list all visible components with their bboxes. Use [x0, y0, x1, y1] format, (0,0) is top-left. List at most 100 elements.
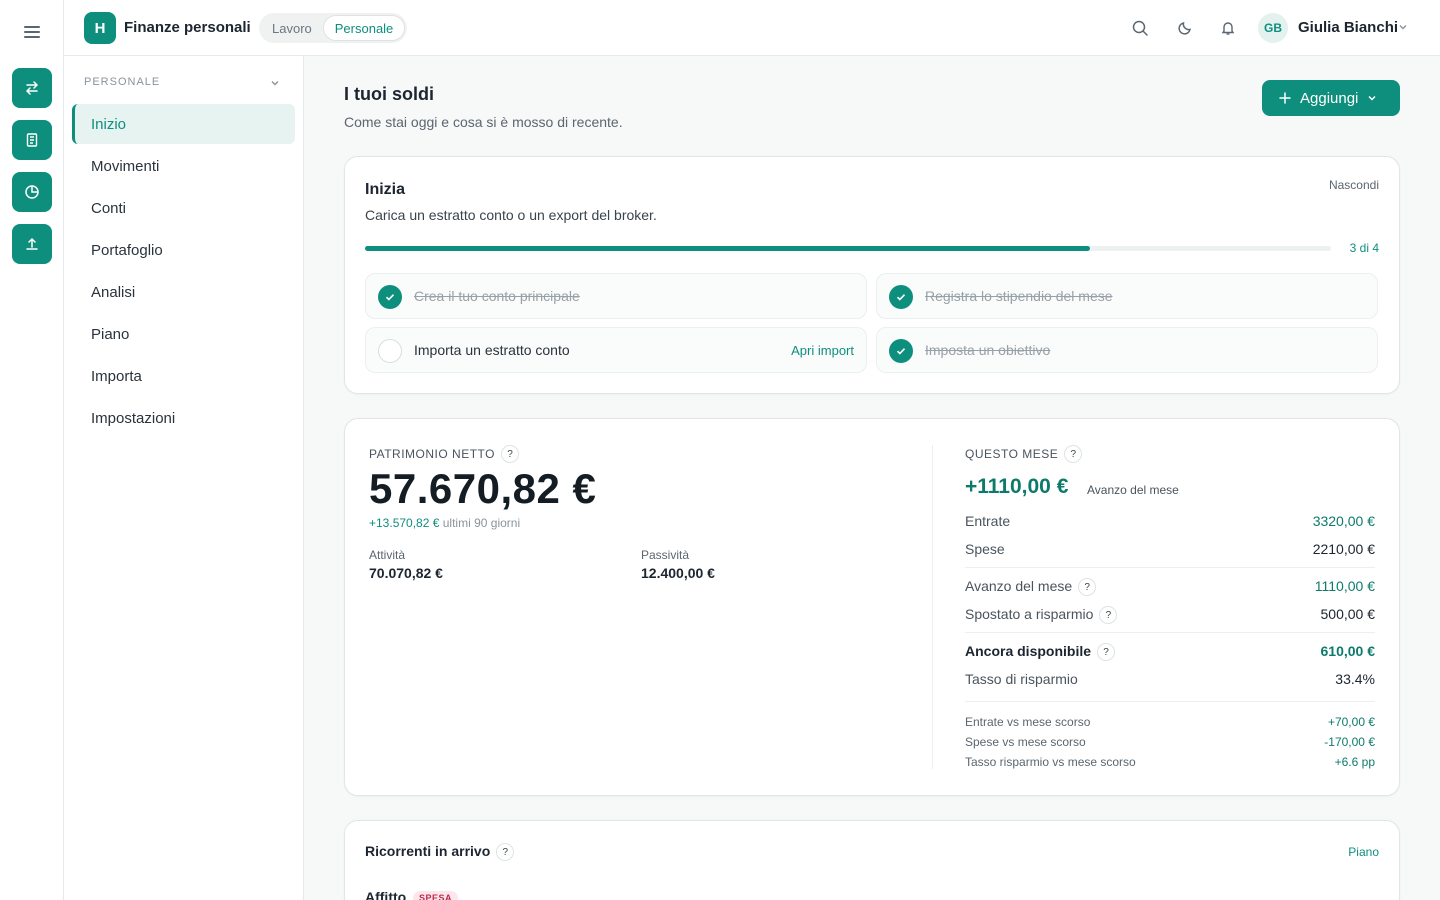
net-worth-caption-text: PATRIMONIO NETTO	[369, 447, 496, 462]
plus-icon	[1279, 92, 1291, 104]
task-label: Crea il tuo conto principale	[414, 288, 580, 304]
compare-income-row: Entrate vs mese scorso +70,00 €	[965, 715, 1375, 729]
moon-icon[interactable]	[1173, 16, 1197, 40]
net-worth-delta-value: +13.570,82 €	[369, 516, 440, 530]
divider	[965, 632, 1375, 633]
open-import-link[interactable]: Apri import	[791, 343, 854, 358]
income-value: 3320,00 €	[1312, 513, 1375, 529]
user-name[interactable]: Giulia Bianchi	[1298, 19, 1398, 36]
income-row: Entrate 3320,00 €	[965, 513, 1375, 533]
compare-income-value: +70,00 €	[1327, 715, 1375, 729]
chevron-down-icon[interactable]	[1397, 20, 1409, 38]
expenses-row: Spese 2210,00 €	[965, 541, 1375, 561]
add-button-label: Aggiungi	[1300, 89, 1359, 107]
divider	[965, 567, 1375, 568]
sidebar-item-impostazioni[interactable]: Impostazioni	[72, 398, 295, 438]
check-icon	[378, 285, 402, 309]
surplus-value: 1110,00 €	[1314, 578, 1375, 594]
bell-icon[interactable]	[1216, 16, 1240, 40]
available-label: Ancora disponibile	[965, 643, 1092, 659]
liabilities-value: 12.400,00 €	[641, 565, 715, 581]
transfer-icon[interactable]	[12, 68, 52, 108]
sidebar-item-inizio[interactable]: Inizio	[72, 104, 295, 144]
empty-checkbox-icon[interactable]	[378, 339, 402, 363]
app-name: Finanze personali	[124, 19, 251, 36]
compare-rate-label: Tasso risparmio vs mese scorso	[965, 755, 1136, 769]
segment-personale[interactable]: Personale	[322, 15, 406, 41]
compare-expenses-value: -170,00 €	[1324, 735, 1375, 749]
divider	[965, 701, 1375, 702]
assets-label: Attività	[369, 548, 406, 562]
task-item[interactable]: Imposta un obiettivo	[876, 327, 1378, 373]
expenses-label: Spese	[965, 541, 1005, 557]
search-icon[interactable]	[1128, 16, 1152, 40]
sidebar-item-conti[interactable]: Conti	[72, 188, 295, 228]
plan-link[interactable]: Piano	[1348, 845, 1379, 859]
savings-moved-value: 500,00 €	[1320, 606, 1376, 622]
month-caption-text: QUESTO MESE	[965, 447, 1059, 462]
sidebar-item-movimenti[interactable]: Movimenti	[72, 146, 295, 186]
sidebar-nav: Inizio Movimenti Conti Portafoglio Anali…	[72, 104, 295, 440]
upload-icon[interactable]	[12, 224, 52, 264]
segment-lavoro[interactable]: Lavoro	[261, 15, 323, 41]
expenses-value: 2210,00 €	[1312, 541, 1375, 557]
sidebar-item-importa[interactable]: Importa	[72, 356, 295, 396]
income-label: Entrate	[965, 513, 1011, 529]
available-row: Ancora disponibile? 610,00 €	[965, 643, 1375, 663]
help-icon[interactable]: ?	[1097, 643, 1116, 662]
help-icon[interactable]: ?	[1099, 606, 1118, 625]
expense-badge: SPESA	[413, 891, 459, 900]
help-icon[interactable]: ?	[1078, 578, 1097, 597]
progress-label: 3 di 4	[1349, 241, 1379, 255]
summary-card: PATRIMONIO NETTO? 57.670,82 € +13.570,82…	[344, 418, 1400, 796]
avatar[interactable]: GB	[1258, 13, 1288, 43]
pie-chart-icon[interactable]	[12, 172, 52, 212]
sidebar-item-piano[interactable]: Piano	[72, 314, 295, 354]
task-label: Imposta un obiettivo	[925, 342, 1051, 358]
month-surplus-label: Avanzo del mese	[1087, 483, 1179, 497]
compare-rate-value: +6.6 pp	[1334, 755, 1375, 769]
net-worth-caption: PATRIMONIO NETTO?	[369, 445, 520, 463]
task-label: Importa un estratto conto	[414, 342, 570, 358]
receipt-icon[interactable]	[12, 120, 52, 160]
sidebar-section-title: PERSONALE	[84, 76, 161, 88]
divider	[932, 445, 933, 769]
help-icon[interactable]: ?	[501, 445, 520, 463]
progress-fill	[365, 246, 1090, 251]
savings-moved-row: Spostato a risparmio? 500,00 €	[965, 606, 1375, 626]
app-logo: H	[84, 12, 116, 44]
task-item[interactable]: Crea il tuo conto principale	[365, 273, 867, 319]
surplus-label: Avanzo del mese	[965, 578, 1073, 594]
sidebar: PERSONALE Inizio Movimenti Conti Portafo…	[64, 56, 304, 900]
hide-link[interactable]: Nascondi	[1329, 178, 1379, 192]
task-label: Registra lo stipendio del mese	[925, 288, 1113, 304]
sidebar-item-portafoglio[interactable]: Portafoglio	[72, 230, 295, 270]
main-content: I tuoi soldi Come stai oggi e cosa si è …	[304, 56, 1440, 900]
savings-rate-row: Tasso di risparmio 33.4%	[965, 671, 1375, 691]
menu-icon[interactable]	[22, 24, 42, 40]
onboarding-progress-bar	[365, 246, 1331, 251]
chevron-down-icon[interactable]	[269, 76, 281, 94]
workspace-switch: Lavoro Personale	[259, 13, 407, 43]
check-icon	[889, 339, 913, 363]
chevron-down-icon	[1368, 96, 1376, 101]
check-icon	[889, 285, 913, 309]
savings-rate-label: Tasso di risparmio	[965, 671, 1078, 687]
recurring-item-name[interactable]: Affitto	[365, 889, 406, 900]
net-worth-delta-period: ultimi 90 giorni	[442, 516, 521, 530]
task-item[interactable]: Importa un estratto conto Apri import	[365, 327, 867, 373]
help-icon[interactable]: ?	[1064, 445, 1083, 463]
add-button[interactable]: Aggiungi	[1262, 80, 1400, 116]
savings-moved-label: Spostato a risparmio	[965, 606, 1094, 622]
surplus-row: Avanzo del mese? 1110,00 €	[965, 578, 1375, 598]
icon-rail	[0, 0, 64, 900]
task-item[interactable]: Registra lo stipendio del mese	[876, 273, 1378, 319]
assets-value: 70.070,82 €	[369, 565, 443, 581]
compare-expenses-label: Spese vs mese scorso	[965, 735, 1086, 749]
help-icon[interactable]: ?	[496, 843, 515, 862]
onboarding-card: Inizia Carica un estratto conto o un exp…	[344, 156, 1400, 394]
sidebar-item-analisi[interactable]: Analisi	[72, 272, 295, 312]
page-title: I tuoi soldi	[344, 84, 434, 104]
liabilities-label: Passività	[641, 548, 690, 562]
month-surplus-value: +1110,00 €	[965, 475, 1069, 498]
